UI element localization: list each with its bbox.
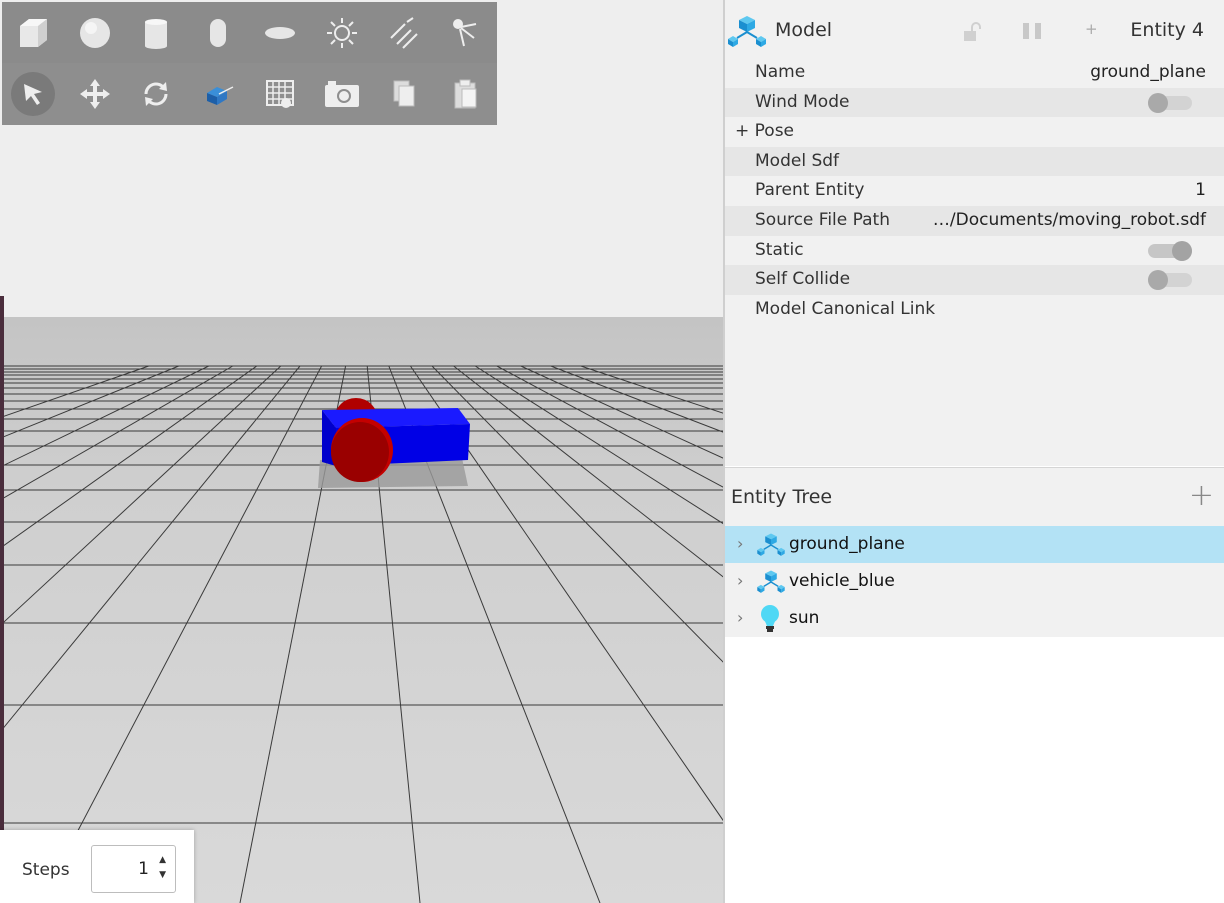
steps-label: Steps <box>22 860 70 880</box>
tree-item-label[interactable]: ground_plane <box>789 534 905 554</box>
translate-button[interactable] <box>64 63 126 125</box>
tree-item-label[interactable]: sun <box>789 608 819 628</box>
view-angle-icon <box>207 86 234 105</box>
row-model-sdf: Model Sdf <box>725 146 1224 177</box>
paste-icon <box>454 79 477 109</box>
spot-light-button[interactable] <box>435 2 497 64</box>
row-static: Static <box>725 236 1224 266</box>
inspector-header: Model + Entity 4 <box>725 0 1224 62</box>
chevron-right-icon[interactable]: › <box>737 534 743 553</box>
rotate-button[interactable] <box>126 63 188 125</box>
row-model-canonical-link: Model Canonical Link <box>725 295 1224 325</box>
directional-light-button[interactable] <box>373 2 435 64</box>
screenshot-icon <box>324 81 359 107</box>
chevron-right-icon[interactable]: › <box>737 571 743 590</box>
row-pose[interactable]: + Pose <box>725 117 1224 147</box>
entity-tree-header: Entity Tree + <box>725 468 1224 526</box>
row-name: Name ground_plane <box>725 58 1224 88</box>
tree-item-vehicle-blue[interactable]: › vehicle_blue <box>725 563 1224 600</box>
rotate-icon <box>144 82 168 106</box>
add-component-button[interactable]: + <box>1085 20 1098 38</box>
cylinder-button[interactable] <box>126 2 188 64</box>
component-rows: Name ground_plane Wind Mode + Pose Model… <box>725 58 1224 324</box>
screenshot-button[interactable] <box>311 63 373 125</box>
row-name-label: Name <box>755 62 806 82</box>
tree-item-label[interactable]: vehicle_blue <box>789 571 895 591</box>
grid-config-button[interactable] <box>249 63 311 125</box>
box-icon <box>19 19 47 47</box>
cylinder-icon <box>145 19 168 49</box>
model-icon <box>757 570 785 593</box>
point-light-button[interactable] <box>311 2 373 64</box>
select-active-ring <box>10 72 55 116</box>
tree-item-sun[interactable]: › sun <box>725 600 1224 637</box>
wind-mode-toggle[interactable] <box>1148 92 1192 113</box>
row-wind-mode-label: Wind Mode <box>755 91 850 112</box>
transform-toolbar <box>2 63 497 125</box>
inspector-title: Model <box>775 19 833 41</box>
row-parent-entity-value: 1 <box>1195 180 1206 201</box>
row-name-value: ground_plane <box>1090 62 1206 82</box>
spin-down-icon[interactable]: ▼ <box>159 870 166 880</box>
row-model-sdf-label: Model Sdf <box>755 150 840 171</box>
unlock-icon[interactable] <box>962 22 984 42</box>
viewport-edge <box>0 296 4 903</box>
grid-config-icon <box>266 80 295 108</box>
entity-tree-title: Entity Tree <box>731 486 833 508</box>
self-collide-toggle[interactable] <box>1148 270 1192 291</box>
select-button[interactable] <box>2 63 64 125</box>
spot-light-icon <box>453 19 477 47</box>
tree-item-ground-plane[interactable]: › ground_plane <box>725 526 1224 563</box>
light-bulb-icon <box>761 605 779 632</box>
view-angle-button[interactable] <box>187 63 249 125</box>
select-icon <box>23 84 42 105</box>
model-icon <box>728 16 766 47</box>
pose-expand-icon[interactable]: + <box>735 121 749 141</box>
row-self-collide: Self Collide <box>725 265 1224 295</box>
add-entity-button[interactable]: + <box>1189 478 1214 513</box>
chevron-right-icon[interactable]: › <box>737 608 743 627</box>
copy-button[interactable] <box>373 63 435 125</box>
component-inspector: Model + Entity 4 Name ground_plane Wind … <box>725 0 1224 466</box>
box-button[interactable] <box>2 2 64 64</box>
capsule-button[interactable] <box>187 2 249 64</box>
pause-icon[interactable] <box>1021 22 1045 40</box>
entity-tree-panel: Entity Tree + › ground_plane › vehicle_b… <box>725 467 1224 903</box>
translate-icon <box>79 79 110 109</box>
row-self-collide-label: Self Collide <box>755 269 851 290</box>
shapes-toolbar <box>2 2 497 64</box>
steps-value[interactable]: 1 <box>138 859 149 879</box>
steps-spinbox[interactable]: 1 ▲ ▼ <box>91 845 176 893</box>
row-source-file-path-value: …/Documents/moving_robot.sdf <box>932 209 1206 230</box>
row-pose-label[interactable]: + Pose <box>735 121 794 141</box>
static-toggle[interactable] <box>1148 240 1192 261</box>
sphere-button[interactable] <box>64 2 126 64</box>
directional-light-icon <box>389 17 418 49</box>
scene-render[interactable] <box>0 0 723 903</box>
capsule-icon <box>210 19 227 47</box>
row-parent-entity: Parent Entity 1 <box>725 176 1224 206</box>
entity-tree-list: › ground_plane › vehicle_blue › sun <box>725 526 1224 903</box>
entity-id-label: Entity 4 <box>1130 19 1204 41</box>
steps-panel: Steps 1 ▲ ▼ <box>0 830 194 903</box>
row-model-canonical-link-label: Model Canonical Link <box>755 298 936 319</box>
row-wind-mode: Wind Mode <box>725 87 1224 118</box>
ellipsoid-icon <box>265 27 296 39</box>
3d-viewport[interactable]: Steps 1 ▲ ▼ <box>0 0 723 903</box>
row-source-file-path: Source File Path …/Documents/moving_robo… <box>725 205 1224 236</box>
row-static-label: Static <box>755 239 804 260</box>
sphere-icon <box>79 18 110 48</box>
ellipsoid-button[interactable] <box>249 2 311 64</box>
copy-icon <box>393 80 415 107</box>
spin-up-icon[interactable]: ▲ <box>159 855 166 865</box>
paste-button[interactable] <box>435 63 497 125</box>
row-source-file-path-label: Source File Path <box>755 209 890 230</box>
point-light-icon <box>326 18 357 48</box>
row-parent-entity-label: Parent Entity <box>755 180 865 201</box>
model-icon <box>757 533 785 556</box>
